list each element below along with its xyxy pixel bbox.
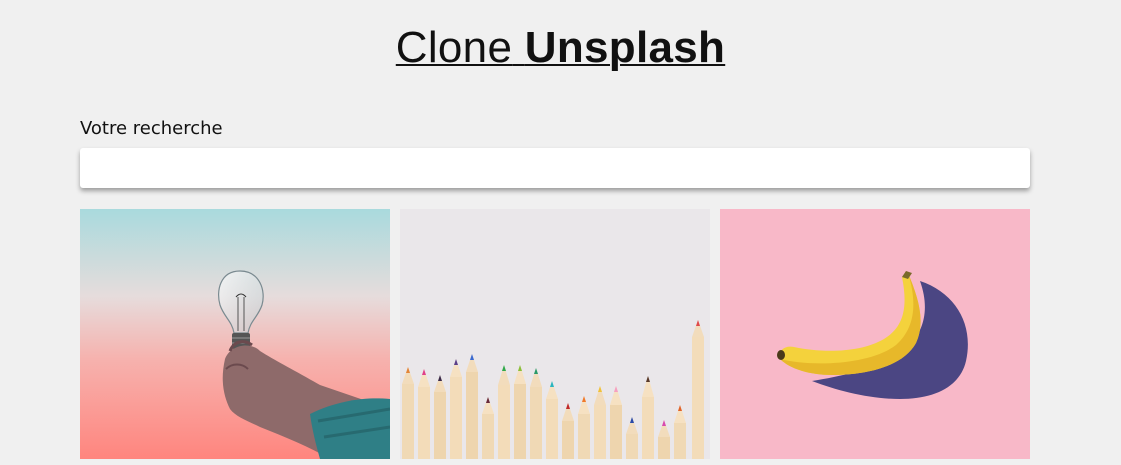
banana-image	[720, 209, 1030, 459]
lightbulb-image	[80, 209, 390, 459]
search-input[interactable]	[80, 148, 1030, 188]
photo-grid	[80, 209, 1030, 459]
photo-lightbulb[interactable]	[80, 209, 390, 459]
title-light-text: Clone	[395, 23, 513, 72]
title-bold-text: Unsplash	[524, 23, 726, 72]
pencils-image	[400, 209, 710, 459]
page-title: Clone Unsplash	[0, 20, 1121, 76]
photo-pencils[interactable]	[400, 209, 710, 459]
title-link[interactable]: Clone Unsplash	[396, 23, 725, 72]
search-label: Votre recherche	[80, 118, 223, 139]
photo-banana[interactable]	[720, 209, 1030, 459]
